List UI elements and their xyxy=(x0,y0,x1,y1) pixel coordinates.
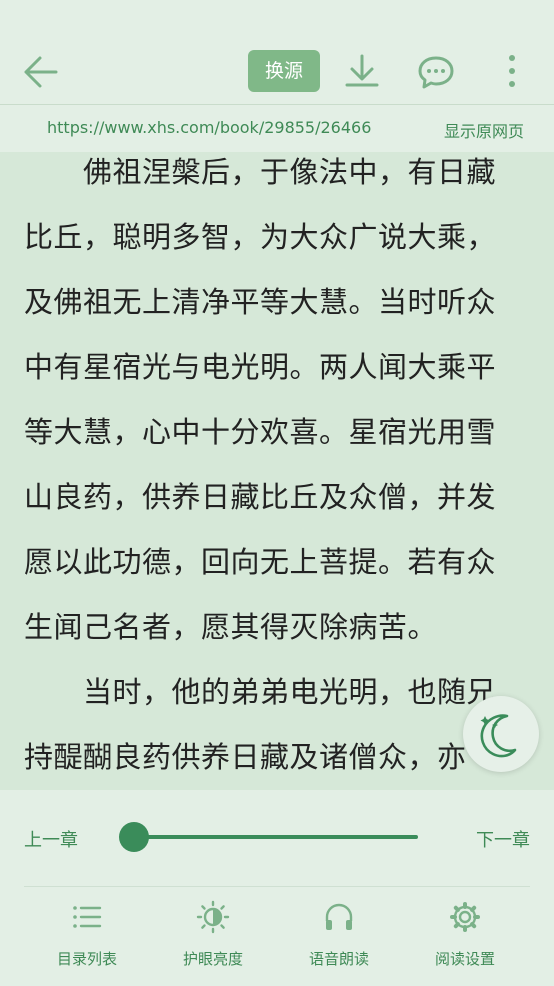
paragraph: 佛祖涅槃后，于像法中，有日藏比丘，聪明多智，为大众广说大乘，及佛祖无上清净平等大… xyxy=(24,155,497,644)
prev-chapter-button[interactable]: 上一章 xyxy=(24,826,78,852)
arrow-left-icon xyxy=(24,56,58,88)
comment-button[interactable] xyxy=(416,52,456,92)
chapter-progress-track[interactable] xyxy=(134,835,418,839)
top-toolbar: 换源 https://www.xhs.com/book/29855/26466 … xyxy=(0,0,554,152)
comment-icon xyxy=(418,56,454,89)
toolbar-row: 换源 xyxy=(0,40,554,104)
more-vertical-icon xyxy=(509,55,515,87)
nav-tts-label: 语音朗读 xyxy=(308,950,369,968)
chapter-progress-thumb[interactable] xyxy=(119,822,149,852)
nav-toc-label: 目录列表 xyxy=(56,950,117,968)
headphones-icon xyxy=(325,903,353,930)
list-icon xyxy=(73,906,102,928)
source-url[interactable]: https://www.xhs.com/book/29855/26466 xyxy=(47,118,371,137)
download-icon xyxy=(345,54,379,87)
nav-toc-button[interactable]: 目录列表 xyxy=(32,900,142,980)
moon-icon xyxy=(480,714,517,758)
gear-icon xyxy=(450,902,480,932)
paragraph: 当时，他的弟弟电光明，也随兄持醍醐良药供养日藏及诸僧众，亦 xyxy=(24,675,497,774)
nav-tts-button[interactable]: 语音朗读 xyxy=(284,900,394,980)
swap-source-button[interactable]: 换源 xyxy=(248,50,320,92)
nav-settings-button[interactable]: 阅读设置 xyxy=(410,900,520,980)
nav-brightness-label: 护眼亮度 xyxy=(182,950,243,968)
toolbar-divider xyxy=(0,104,554,105)
night-mode-button[interactable] xyxy=(463,696,539,772)
reading-content[interactable]: 佛祖涅槃后，于像法中，有日藏比丘，聪明多智，为大众广说大乘，及佛祖无上清净平等大… xyxy=(0,140,554,790)
download-button[interactable] xyxy=(342,52,382,92)
more-options-button[interactable] xyxy=(498,52,526,92)
bottom-divider xyxy=(24,886,530,887)
back-button[interactable] xyxy=(18,52,62,92)
nav-settings-label: 阅读设置 xyxy=(434,950,495,968)
show-original-link[interactable]: 显示原网页 xyxy=(444,118,524,142)
brightness-icon xyxy=(196,900,230,934)
next-chapter-button[interactable]: 下一章 xyxy=(476,826,530,852)
nav-brightness-button[interactable]: 护眼亮度 xyxy=(158,900,268,980)
bottom-toolbar: 上一章 下一章 目录列表 护眼亮度 语音朗读 阅读设置 xyxy=(0,790,554,986)
